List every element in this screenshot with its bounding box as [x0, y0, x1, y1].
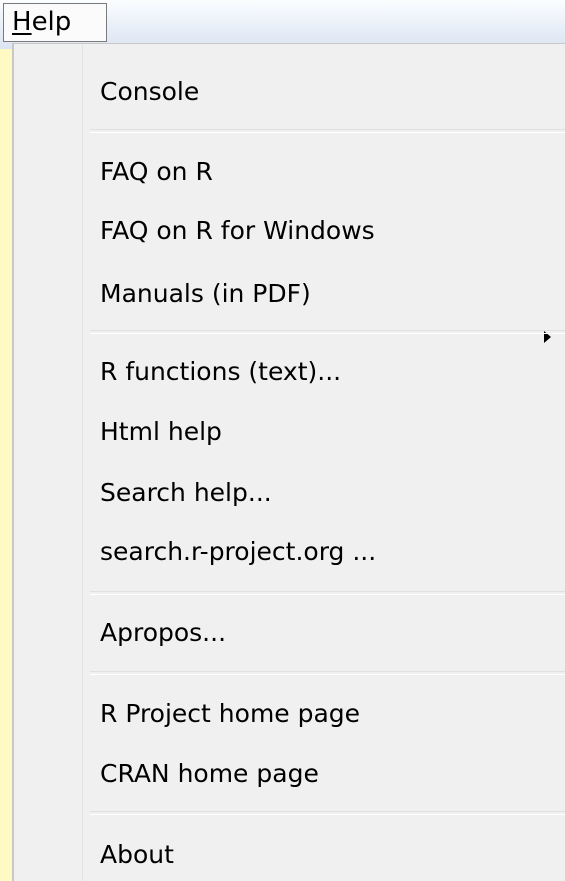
menu-separator — [90, 591, 565, 595]
help-menu-label: elp — [31, 7, 72, 37]
menu-item-cran-home[interactable]: CRAN home page — [100, 752, 540, 796]
help-menu-mnemonic: H — [12, 7, 32, 37]
menu-item-search-site[interactable]: search.r-project.org ... — [100, 530, 540, 574]
menu-item-faq-windows[interactable]: FAQ on R for Windows — [100, 209, 540, 253]
menu-item-about[interactable]: About — [100, 833, 540, 877]
menu-separator — [90, 330, 565, 334]
menu-gutter-divider — [82, 44, 83, 881]
menu-item-manuals[interactable]: Manuals (in PDF) — [100, 272, 540, 316]
menu-separator — [90, 129, 565, 133]
menu-separator — [90, 811, 565, 815]
help-dropdown-menu: Console FAQ on R FAQ on R for Windows Ma… — [12, 43, 565, 881]
menu-item-search-help[interactable]: Search help... — [100, 471, 540, 515]
menu-item-html-help[interactable]: Html help — [100, 410, 540, 454]
menu-item-faq-r[interactable]: FAQ on R — [100, 150, 540, 194]
menu-bar: Help — [0, 0, 565, 49]
menu-item-apropos[interactable]: Apropos... — [100, 611, 540, 655]
menu-item-r-functions[interactable]: R functions (text)... — [100, 350, 540, 394]
menu-item-r-project-home[interactable]: R Project home page — [100, 692, 540, 736]
help-menu-button[interactable]: Help — [3, 3, 107, 42]
menu-separator — [90, 671, 565, 675]
menu-item-console[interactable]: Console — [100, 70, 540, 114]
